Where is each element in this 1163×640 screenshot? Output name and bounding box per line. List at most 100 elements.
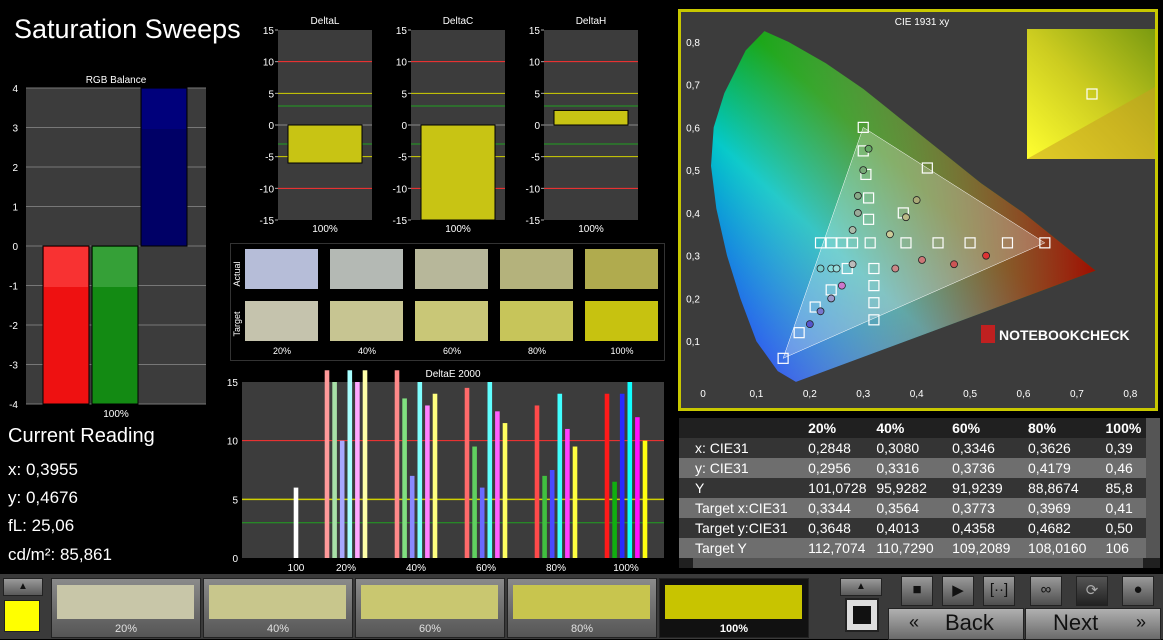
- deltae-chart: DeltaE 2000 15 10 5 0 100 20% 40% 60% 80% 100%: [222, 366, 666, 574]
- cie-xtick: 0,7: [1070, 389, 1084, 400]
- deltae-bar: [293, 487, 299, 558]
- double-chevron-left-icon: «: [909, 612, 920, 632]
- table-cell: 0,3344: [804, 498, 873, 518]
- next-button[interactable]: Next »: [1025, 608, 1161, 640]
- delta-bar: [420, 124, 496, 221]
- deltae-bar: [347, 370, 353, 558]
- table-horizontal-scrollbar[interactable]: [693, 558, 1143, 568]
- cie-measured-point: [950, 260, 958, 269]
- deltae-xlabel: 40%: [406, 563, 426, 574]
- back-label: Back: [945, 610, 994, 635]
- deltae-bar: [487, 382, 493, 558]
- rgb-ytick: -1: [9, 282, 18, 293]
- deltae-xlabel: 80%: [546, 563, 566, 574]
- table-vertical-scrollbar[interactable]: [1146, 418, 1160, 558]
- table-cell: x: CIE31: [679, 438, 805, 458]
- loop-button[interactable]: ∞: [1030, 576, 1062, 606]
- refresh-button[interactable]: ⟳: [1076, 576, 1108, 606]
- cie-xtick: 0,2: [803, 389, 817, 400]
- swatch-button-label: 20%: [114, 623, 138, 635]
- swatch-button-label: 60%: [418, 623, 442, 635]
- delta-ytick: -5: [398, 153, 407, 164]
- cie-xtick: 0,5: [963, 389, 977, 400]
- cie-ytick: 0,6: [686, 123, 700, 134]
- play-button[interactable]: ▶: [942, 576, 974, 606]
- cie-ytick: 0,8: [686, 38, 700, 49]
- deltae-bar: [627, 382, 633, 558]
- current-color-scroll-up[interactable]: ▲: [3, 578, 43, 596]
- swatch-button[interactable]: 80%: [507, 578, 657, 638]
- record-button[interactable]: ●: [1122, 576, 1154, 606]
- delta-ytick: -5: [531, 153, 540, 164]
- stop-button[interactable]: ■: [901, 576, 933, 606]
- swatch-button[interactable]: 60%: [355, 578, 505, 638]
- cie-measured-point: [837, 281, 846, 290]
- step-button[interactable]: [··]: [983, 576, 1015, 606]
- cie-xtick: 0,4: [910, 389, 924, 400]
- deltae-xlabel: 100%: [613, 563, 639, 574]
- rgb-xlabel: 100%: [103, 409, 129, 420]
- rgb-ytick: 2: [12, 163, 18, 174]
- table-cell: 88,8674: [1024, 478, 1102, 498]
- current-x: x: 0,3955: [8, 460, 78, 479]
- cie-xtick: 0,1: [749, 389, 763, 400]
- delta-chart-title: DeltaH: [576, 16, 607, 27]
- cie-measured-point: [902, 213, 910, 222]
- cie-ytick: 0,1: [686, 337, 700, 348]
- current-fl: fL: 25,06: [8, 516, 75, 535]
- bracket-icon: [··]: [989, 581, 1009, 598]
- deltae-bar: [402, 398, 407, 558]
- cie-xtick: 0,6: [1017, 389, 1031, 400]
- table-row: x: CIE31 0,2848 0,3080 0,3346 0,3626 0,39: [679, 438, 1160, 458]
- square-icon: ■: [912, 581, 922, 598]
- measurement-table[interactable]: 20% 40% 60% 80% 100% x: CIE31 0,2848 0,3080 0,33…: [679, 418, 1160, 568]
- table-cell: 0,3969: [1024, 498, 1102, 518]
- deltae-bar: [635, 417, 640, 558]
- rgb-ytick: -3: [9, 361, 18, 372]
- table-cell: 0,3626: [1024, 438, 1102, 458]
- cie-chart-frame: CIE 1931 xy 0 0,1 0,2 0,3 0,4 0,5 0,6 0,7 0,8 0,8 0…: [678, 9, 1158, 411]
- cie-measured-point: [912, 196, 921, 204]
- delta-xlabel: 100%: [312, 224, 338, 235]
- delta-ytick: 0: [534, 121, 540, 132]
- table-cell: 0,3080: [872, 438, 949, 458]
- table-cell: Target x:CIE31: [679, 498, 805, 518]
- back-button[interactable]: « Back: [888, 608, 1024, 640]
- swatch-color: [209, 585, 346, 619]
- cie-measured-point: [848, 260, 857, 269]
- table-row: Target y:CIE31 0,3648 0,4013 0,4358 0,4682 0,…: [679, 518, 1160, 538]
- delta-ytick: 10: [396, 58, 408, 69]
- next-label: Next: [1053, 610, 1099, 635]
- swatch-button-label: 100%: [719, 623, 749, 635]
- cie-xtick: 0,8: [1123, 389, 1137, 400]
- deltae-bar: [362, 370, 368, 558]
- swatch-button[interactable]: 20%: [51, 578, 201, 638]
- target-swatch: [245, 301, 318, 341]
- swatch-color: [665, 585, 802, 619]
- deltae-bar: [642, 440, 648, 558]
- stop-icon[interactable]: [845, 598, 879, 632]
- swatch-scroll-up[interactable]: ▲: [840, 578, 882, 596]
- cie-measured-point: [859, 166, 868, 175]
- swatch-button[interactable]: 100%: [659, 578, 809, 638]
- swatch-color: [57, 585, 194, 619]
- delta-ytick: -15: [526, 216, 541, 227]
- cie-measured-point: [816, 307, 825, 316]
- table-cell: 0,3346: [948, 438, 1025, 458]
- cie-measured-point: [886, 230, 894, 239]
- delta-ytick: 10: [263, 58, 275, 69]
- swatch-button[interactable]: 40%: [203, 578, 353, 638]
- swatch-button-label: 40%: [266, 623, 290, 635]
- cie-measured-point: [918, 256, 926, 264]
- table-cell: 0,3736: [948, 458, 1025, 478]
- deltae-plot-area: [242, 382, 664, 558]
- rgb-bar-highlight: [93, 247, 137, 287]
- table-cell: 0,3316: [872, 458, 949, 478]
- delta-ytick: 5: [268, 89, 274, 100]
- table-cell: 108,0160: [1024, 538, 1102, 558]
- swatch-label: 40%: [358, 346, 376, 356]
- notebookcheck-logo: NOTEBOOKCHECK: [999, 327, 1130, 343]
- table-cell: 0,3648: [804, 518, 873, 538]
- target-swatch: [585, 301, 658, 341]
- table-cell: Target Y: [679, 538, 805, 558]
